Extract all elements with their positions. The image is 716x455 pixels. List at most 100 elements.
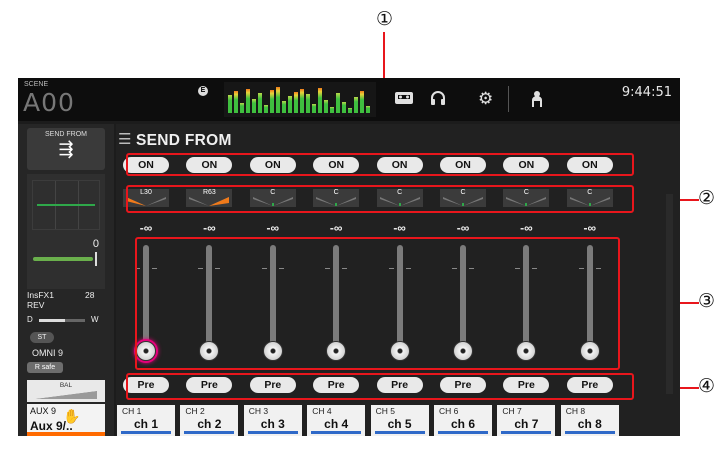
send-level-value: -∞ xyxy=(583,221,597,235)
st-assign-button[interactable]: ST xyxy=(30,332,54,343)
insfx-name: InsFX1 xyxy=(27,290,54,300)
meter-bar xyxy=(252,99,256,113)
meter-bar xyxy=(264,105,268,113)
send-from-label: SEND FROM xyxy=(45,131,87,138)
channel-name-box[interactable]: CH 4 ch 4 xyxy=(307,405,366,436)
gain-tick xyxy=(95,252,97,266)
meter-bar xyxy=(300,89,304,113)
callout-1: ① xyxy=(376,8,394,30)
insfx-number: 28 xyxy=(85,290,95,300)
send-level-value: -∞ xyxy=(139,221,153,235)
eq-graph[interactable] xyxy=(32,180,100,230)
omni-label: OMNI 9 xyxy=(32,348,64,358)
top-bar: SCENE A00 E ⚙ 9:44:51 xyxy=(18,78,680,121)
meter-bar xyxy=(294,92,298,113)
channel-color-bar xyxy=(311,431,362,434)
callout-1-box xyxy=(126,153,634,176)
meter-bar xyxy=(234,91,238,113)
send-from-icon: ⇶ xyxy=(58,139,74,159)
channel-color-bar xyxy=(438,431,488,434)
recorder-icon[interactable] xyxy=(394,90,414,110)
meter-bar xyxy=(288,96,292,113)
scrollbar[interactable] xyxy=(666,194,673,394)
meter-bar xyxy=(318,88,322,113)
channel-name-box[interactable]: CH 5 ch 5 xyxy=(370,405,429,436)
channel-name-box[interactable]: CH 3 ch 3 xyxy=(243,405,302,436)
channel-number: CH 6 xyxy=(439,406,459,416)
callout-3: ③ xyxy=(698,290,716,312)
hand-icon: ✋ xyxy=(63,408,81,424)
callout-3-box xyxy=(135,237,620,370)
channel-name-box[interactable]: CH 8 ch 8 xyxy=(560,405,619,436)
aux-number: AUX 9 xyxy=(30,406,57,416)
channel-number: CH 7 xyxy=(502,406,522,416)
top-separator xyxy=(508,86,509,112)
meter-bar xyxy=(348,108,352,113)
channel-color-bar xyxy=(247,431,298,434)
send-level-value: -∞ xyxy=(520,221,533,235)
insfx-label[interactable]: InsFX1 REV xyxy=(27,290,54,310)
scene-number[interactable]: A00 xyxy=(23,88,75,117)
meter-bar xyxy=(312,104,316,113)
e-badge: E xyxy=(198,86,208,96)
dry-label: D xyxy=(27,315,33,324)
gain-value: 0 xyxy=(92,238,99,250)
balance-label: BAL xyxy=(59,382,73,389)
channel-color-bar xyxy=(121,431,171,434)
meter-bar xyxy=(282,101,286,113)
channel-color-bar xyxy=(374,431,425,434)
channel-name: ch 1 xyxy=(133,417,158,431)
meter-bar xyxy=(354,97,358,113)
channel-color-bar xyxy=(501,431,552,434)
callout-2-box xyxy=(126,185,634,213)
channel-name: ch 4 xyxy=(324,417,349,431)
channel-overview-panel[interactable]: 0 xyxy=(27,174,105,289)
insfx-effect: REV xyxy=(27,300,45,310)
channel-name: ch 6 xyxy=(450,417,475,431)
send-level-value: -∞ xyxy=(329,221,343,235)
meter-bar xyxy=(240,103,244,113)
meter-bar xyxy=(228,95,232,113)
callout-4-box xyxy=(126,373,634,400)
meter-bar xyxy=(330,107,334,113)
meter-bar xyxy=(276,87,280,113)
level-meters[interactable] xyxy=(224,82,376,117)
dry-wet-track xyxy=(65,319,85,322)
balance-control[interactable]: BAL xyxy=(27,380,105,402)
clock: 9:44:51 xyxy=(621,85,672,100)
send-from-button[interactable]: SEND FROM ⇶ xyxy=(27,128,105,170)
dry-wet-bar[interactable] xyxy=(39,319,65,322)
callout-4: ④ xyxy=(698,375,716,397)
meter-bar xyxy=(336,93,340,113)
channel-color-bar xyxy=(184,431,235,434)
send-level-value: -∞ xyxy=(203,221,216,235)
user-icon[interactable] xyxy=(530,90,544,112)
send-from-title-icon: ☰ xyxy=(118,131,132,148)
meter-bar xyxy=(306,94,310,113)
channel-name: ch 3 xyxy=(260,417,285,431)
channel-name: ch 2 xyxy=(197,417,222,431)
gain-bar xyxy=(33,257,93,261)
channel-name-box[interactable]: CH 6 ch 6 xyxy=(434,405,492,436)
meter-bar xyxy=(366,106,370,113)
meter-bar xyxy=(342,102,346,113)
channel-name-box[interactable]: CH 7 ch 7 xyxy=(497,405,556,436)
channel-name-box[interactable]: CH 1 ch 1 xyxy=(117,405,175,436)
send-level-value: -∞ xyxy=(393,221,406,235)
channel-number: CH 2 xyxy=(185,406,205,416)
channel-name-box[interactable]: CH 2 ch 2 xyxy=(180,405,239,436)
selected-channel-strip: SEND FROM ⇶ 0 InsFX1 REV 28 D W ST OMNI 9… xyxy=(18,124,114,436)
callout-2: ② xyxy=(698,187,716,209)
channel-name: ch 7 xyxy=(514,417,539,431)
page-title: SEND FROM xyxy=(136,132,232,149)
send-level-value: -∞ xyxy=(266,221,280,235)
channel-name: ch 5 xyxy=(387,417,412,431)
headphones-icon[interactable] xyxy=(430,90,446,110)
channel-color-bar xyxy=(564,431,615,434)
settings-gear-icon[interactable]: ⚙ xyxy=(478,90,493,107)
meter-bar xyxy=(246,89,250,113)
scene-label: SCENE xyxy=(24,81,49,88)
recall-safe-badge[interactable]: R safe xyxy=(27,362,63,373)
balance-indicator xyxy=(35,391,97,399)
meter-bar xyxy=(270,90,274,113)
